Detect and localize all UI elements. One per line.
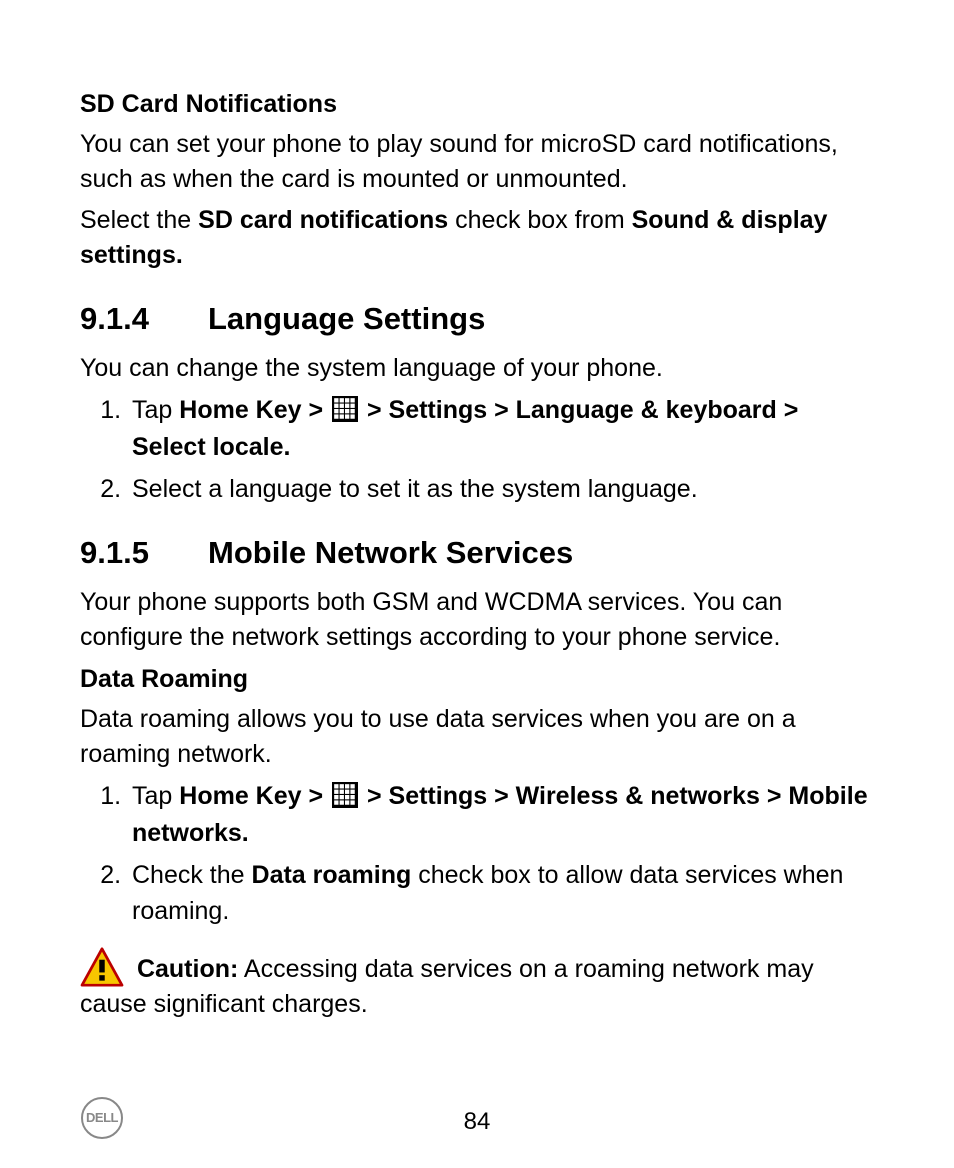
- section-title: Language Settings: [208, 301, 485, 336]
- sd-card-paragraph-2: Select the SD card notifications check b…: [80, 203, 876, 273]
- data-roaming-heading: Data Roaming: [80, 665, 876, 694]
- data-roaming-steps-list: Tap Home Key > > Settings > Wireless & n…: [80, 778, 876, 929]
- document-page: SD Card Notifications You can set your p…: [0, 0, 954, 1168]
- caution-label: Caution:: [137, 955, 238, 983]
- bold-home-key: Home Key >: [179, 396, 330, 424]
- svg-text:DELL: DELL: [86, 1110, 119, 1125]
- bold-sd-card-notifications: SD card notifications: [198, 206, 448, 234]
- section-number: 9.1.4: [80, 299, 208, 339]
- text-fragment: Check the: [132, 861, 252, 889]
- section-title: Mobile Network Services: [208, 535, 573, 570]
- list-item: Tap Home Key > > Settings > Language & k…: [128, 392, 876, 465]
- language-intro: You can change the system language of yo…: [80, 351, 876, 386]
- bold-data-roaming: Data roaming: [252, 861, 412, 889]
- section-9-1-5-heading: 9.1.5Mobile Network Services: [80, 533, 876, 573]
- caution-block: Caution: Accessing data services on a ro…: [80, 947, 876, 1022]
- list-item: Select a language to set it as the syste…: [128, 471, 876, 507]
- network-intro: Your phone supports both GSM and WCDMA s…: [80, 585, 876, 655]
- caution-triangle-icon: [80, 947, 124, 987]
- language-steps-list: Tap Home Key > > Settings > Language & k…: [80, 392, 876, 507]
- page-number: 84: [0, 1108, 954, 1136]
- bold-home-key: Home Key >: [179, 782, 330, 810]
- list-item: Tap Home Key > > Settings > Wireless & n…: [128, 778, 876, 851]
- text-fragment: Tap: [132, 396, 179, 424]
- data-roaming-intro: Data roaming allows you to use data serv…: [80, 702, 876, 772]
- sd-card-heading: SD Card Notifications: [80, 90, 876, 119]
- text-fragment: Select the: [80, 206, 198, 234]
- list-item: Check the Data roaming check box to allo…: [128, 857, 876, 930]
- dell-logo-icon: DELL: [80, 1096, 124, 1140]
- section-number: 9.1.5: [80, 533, 208, 573]
- sd-card-paragraph-1: You can set your phone to play sound for…: [80, 127, 876, 197]
- apps-grid-icon: [332, 396, 358, 422]
- text-fragment: Tap: [132, 782, 179, 810]
- section-9-1-4-heading: 9.1.4Language Settings: [80, 299, 876, 339]
- apps-grid-icon: [332, 782, 358, 808]
- text-fragment: check box from: [448, 206, 631, 234]
